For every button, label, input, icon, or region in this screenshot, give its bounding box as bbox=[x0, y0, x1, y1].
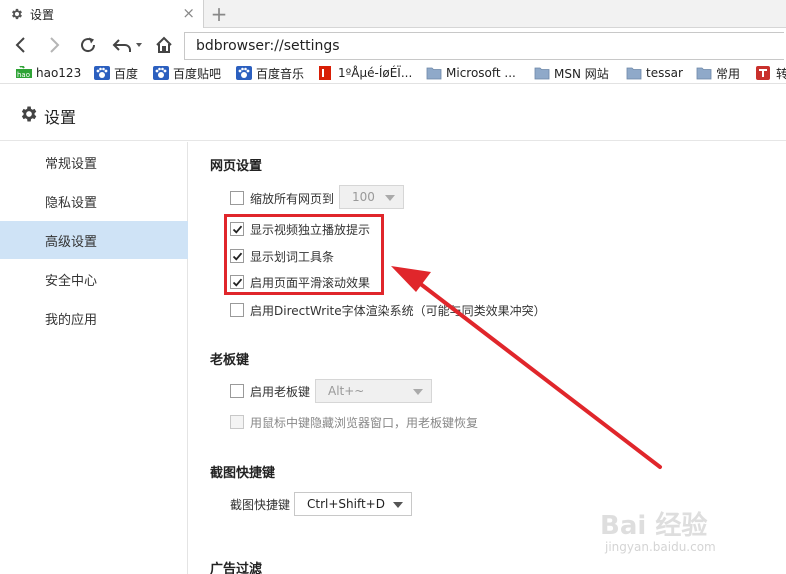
forward-button[interactable] bbox=[42, 33, 66, 57]
screenshot-label: 截图快捷键 bbox=[230, 497, 291, 512]
bookmark-item[interactable]: 转 bbox=[756, 64, 786, 82]
bookmark-item[interactable]: Microsoft ... bbox=[426, 64, 516, 82]
bookmark-item[interactable]: MSN 网站 bbox=[534, 64, 609, 82]
section-title-ad-filter: 广告过滤 bbox=[210, 562, 263, 574]
sidebar-item-apps[interactable]: 我的应用 bbox=[0, 299, 188, 337]
screenshot-row: 截图快捷键 bbox=[230, 494, 290, 514]
middle-click-checkbox[interactable] bbox=[230, 415, 244, 429]
zoom-row: 缩放所有网页到 bbox=[230, 188, 334, 208]
chevron-down-icon bbox=[393, 502, 403, 508]
directwrite-checkbox[interactable] bbox=[230, 303, 244, 317]
bookmark-item[interactable]: hao hao123 bbox=[16, 64, 81, 82]
screenshot-select[interactable]: Ctrl+Shift+D bbox=[294, 492, 412, 516]
folder-icon bbox=[534, 67, 550, 80]
address-bar[interactable]: bdbrowser://settings bbox=[184, 32, 784, 60]
boss-key-checkbox[interactable] bbox=[230, 384, 244, 398]
reload-button[interactable] bbox=[76, 33, 100, 57]
tab-title: 设置 bbox=[30, 7, 55, 22]
bookmark-item[interactable]: tessar bbox=[626, 64, 683, 82]
undo-icon bbox=[112, 39, 142, 52]
section-title-screenshot: 截图快捷键 bbox=[210, 466, 276, 481]
undo-close-button[interactable] bbox=[110, 33, 144, 57]
zoom-value: 100 bbox=[352, 190, 375, 204]
baidu-paw-icon bbox=[153, 66, 169, 80]
sidebar-item-advanced[interactable]: 高级设置 bbox=[0, 221, 188, 259]
arrow-right-icon bbox=[50, 37, 60, 53]
chevron-down-icon bbox=[385, 195, 395, 201]
tab-settings[interactable]: 设置 × bbox=[0, 0, 204, 28]
boss-key-value: Alt+~ bbox=[328, 384, 365, 398]
arrow-left-icon bbox=[15, 37, 25, 53]
highlight-box bbox=[224, 214, 384, 295]
page-header: 设置 bbox=[0, 85, 786, 141]
folder-icon bbox=[626, 67, 642, 80]
baidu-paw-icon bbox=[94, 66, 110, 80]
red-flag-icon bbox=[319, 66, 331, 80]
watermark-url: jingyan.baidu.com bbox=[605, 540, 716, 554]
tab-strip: 设置 × + bbox=[0, 0, 786, 28]
zoom-select[interactable]: 100 bbox=[339, 185, 404, 209]
middle-click-label: 用鼠标中键隐藏浏览器窗口，用老板键恢复 bbox=[250, 415, 479, 430]
gear-icon bbox=[12, 8, 22, 20]
red-app-icon bbox=[756, 66, 770, 80]
sidebar-item-privacy[interactable]: 隐私设置 bbox=[0, 182, 188, 220]
gear-icon bbox=[21, 106, 37, 122]
folder-icon bbox=[426, 67, 442, 80]
chevron-down-icon bbox=[413, 389, 423, 395]
zoom-checkbox[interactable] bbox=[230, 191, 244, 205]
bookmarks-bar: hao hao123 百度 百度贴吧 百度音乐 1ºÅµé-ÍøÉÏ... Mi… bbox=[0, 62, 786, 84]
reload-icon bbox=[81, 37, 96, 53]
folder-icon bbox=[696, 67, 712, 80]
back-button[interactable] bbox=[9, 33, 33, 57]
new-tab-button[interactable]: + bbox=[205, 0, 233, 28]
option-row: 启用DirectWrite字体渲染系统（可能与同类效果冲突） bbox=[230, 300, 546, 320]
boss-key-label: 启用老板键 bbox=[250, 384, 311, 399]
middle-click-row: 用鼠标中键隐藏浏览器窗口，用老板键恢复 bbox=[230, 412, 478, 432]
page-title: 设置 bbox=[44, 108, 77, 127]
baidu-paw-icon bbox=[236, 66, 252, 80]
sidebar-item-security[interactable]: 安全中心 bbox=[0, 260, 188, 298]
bookmark-item[interactable]: 1ºÅµé-ÍøÉÏ... bbox=[318, 64, 412, 82]
screenshot-value: Ctrl+Shift+D bbox=[307, 497, 385, 511]
section-title-boss-key: 老板键 bbox=[210, 353, 250, 368]
bookmark-item[interactable]: 百度贴吧 bbox=[153, 64, 221, 82]
directwrite-label: 启用DirectWrite字体渲染系统（可能与同类效果冲突） bbox=[250, 303, 546, 318]
home-icon bbox=[156, 36, 172, 53]
bookmark-item[interactable]: 百度 bbox=[94, 64, 138, 82]
sidebar-item-general[interactable]: 常规设置 bbox=[0, 143, 188, 181]
section-title-webpage: 网页设置 bbox=[210, 159, 263, 174]
boss-key-row: 启用老板键 bbox=[230, 381, 310, 401]
watermark: Bai 经验 bbox=[600, 511, 708, 541]
zoom-label: 缩放所有网页到 bbox=[250, 191, 335, 206]
close-icon[interactable]: × bbox=[182, 5, 195, 21]
home-button[interactable] bbox=[152, 33, 176, 57]
bookmark-item[interactable]: 常用 bbox=[696, 64, 740, 82]
address-url: bdbrowser://settings bbox=[196, 38, 340, 54]
sidebar: 常规设置 隐私设置 高级设置 安全中心 我的应用 bbox=[0, 142, 188, 574]
svg-text:hao: hao bbox=[17, 71, 30, 79]
bookmark-item[interactable]: 百度音乐 bbox=[236, 64, 304, 82]
hao123-icon: hao bbox=[16, 66, 32, 79]
boss-key-select[interactable]: Alt+~ bbox=[315, 379, 432, 403]
toolbar: bdbrowser://settings bbox=[0, 28, 786, 62]
